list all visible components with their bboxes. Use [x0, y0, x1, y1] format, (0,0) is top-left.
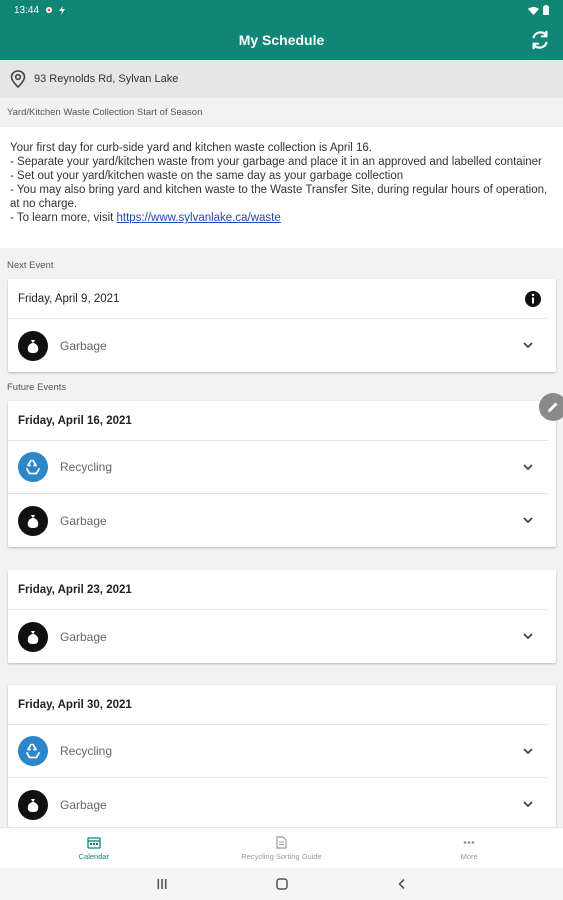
battery-icon — [543, 5, 549, 15]
chevron-down-icon[interactable] — [522, 745, 534, 757]
nav-more[interactable]: More — [375, 828, 563, 868]
notice-line: - You may also bring yard and kitchen wa… — [10, 184, 551, 210]
future-event-card: Friday, April 30, 2021 Recycling Garbage — [8, 685, 556, 827]
status-bar: 13:44 — [0, 0, 563, 20]
calendar-icon — [87, 836, 101, 849]
system-nav-bar — [0, 868, 563, 900]
event-date-text: Friday, April 9, 2021 — [18, 292, 120, 305]
collection-label: Garbage — [60, 629, 107, 644]
back-icon[interactable] — [396, 878, 408, 890]
waste-info-link[interactable]: https://www.sylvanlake.ca/waste — [117, 212, 281, 224]
chevron-down-icon[interactable] — [522, 630, 534, 642]
notice-line: - Separate your yard/kitchen waste from … — [10, 156, 542, 168]
refresh-icon[interactable] — [529, 29, 551, 51]
future-event-card: Friday, April 16, 2021 Recycling Garbage — [8, 401, 556, 547]
address-bar[interactable]: 93 Reynolds Rd, Sylvan Lake — [0, 60, 563, 98]
notice-body: Your first day for curb-side yard and ki… — [0, 127, 563, 248]
garbage-bag-icon — [18, 505, 48, 536]
nav-label: Recycling Sorting Guide — [241, 851, 322, 861]
collection-label: Garbage — [60, 338, 107, 353]
recycling-icon — [18, 736, 48, 766]
more-icon — [463, 840, 475, 844]
bottom-nav: Calendar Recycling Sorting Guide More — [0, 827, 563, 868]
collection-row-garbage[interactable]: Garbage — [8, 778, 548, 827]
event-date: Friday, April 23, 2021 — [8, 570, 548, 610]
chevron-down-icon[interactable] — [522, 461, 534, 473]
collection-row-garbage[interactable]: Garbage — [8, 319, 548, 372]
future-events-label: Future Events — [0, 376, 563, 398]
page-title: My Schedule — [238, 32, 325, 48]
event-date: Friday, April 9, 2021 — [8, 279, 548, 319]
collection-row-garbage[interactable]: Garbage — [8, 494, 548, 547]
address-text: 93 Reynolds Rd, Sylvan Lake — [34, 73, 179, 85]
chevron-down-icon[interactable] — [522, 339, 534, 351]
bolt-icon — [59, 5, 66, 15]
notice-title: Yard/Kitchen Waste Collection Start of S… — [0, 100, 563, 126]
edit-button[interactable] — [539, 393, 563, 421]
learn-more-prefix: - To learn more, visit — [10, 212, 117, 224]
nav-recycling-guide[interactable]: Recycling Sorting Guide — [188, 828, 376, 868]
collection-row-recycling[interactable]: Recycling — [8, 725, 548, 778]
collection-row-recycling[interactable]: Recycling — [8, 441, 548, 494]
event-date: Friday, April 30, 2021 — [8, 685, 548, 725]
status-time: 13:44 — [14, 4, 40, 16]
notification-icon — [46, 7, 53, 13]
recycling-icon — [18, 452, 48, 482]
nav-label: Calendar — [78, 851, 110, 861]
chevron-down-icon[interactable] — [522, 514, 534, 526]
garbage-bag-icon — [18, 621, 48, 652]
home-icon[interactable] — [275, 878, 288, 890]
collection-row-garbage[interactable]: Garbage — [8, 610, 548, 663]
location-pin-icon — [10, 70, 26, 88]
next-event-label: Next Event — [0, 254, 563, 276]
pencil-icon — [548, 402, 558, 412]
wifi-icon — [528, 6, 539, 15]
event-date: Friday, April 16, 2021 — [8, 401, 548, 441]
app-bar: My Schedule — [0, 20, 563, 60]
next-event-card: Friday, April 9, 2021 Garbage — [8, 279, 556, 372]
future-event-card: Friday, April 23, 2021 Garbage — [8, 570, 556, 663]
collection-label: Recycling — [60, 744, 113, 758]
collection-label: Garbage — [60, 797, 107, 812]
collection-label: Recycling — [60, 460, 113, 474]
notice-learn-more: - To learn more, visit https://www.sylva… — [10, 211, 553, 225]
info-icon[interactable] — [524, 290, 542, 308]
nav-calendar[interactable]: Calendar — [0, 828, 188, 868]
notice-line: Your first day for curb-side yard and ki… — [10, 142, 373, 154]
collection-label: Garbage — [60, 513, 107, 528]
nav-label: More — [460, 851, 478, 861]
notice-line: - Set out your yard/kitchen waste on the… — [10, 170, 404, 182]
garbage-bag-icon — [18, 789, 48, 820]
chevron-down-icon[interactable] — [522, 798, 534, 810]
recent-apps-icon[interactable] — [156, 878, 168, 890]
document-icon — [276, 835, 287, 849]
garbage-bag-icon — [18, 330, 48, 361]
